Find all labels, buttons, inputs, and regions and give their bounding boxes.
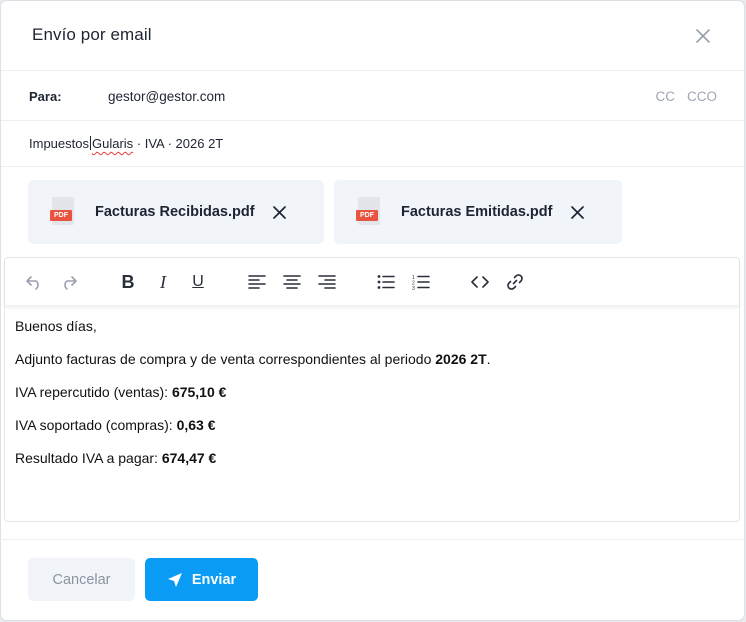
bold-button[interactable]: B — [117, 271, 139, 293]
bullet-list-icon — [377, 275, 395, 289]
italic-icon: I — [160, 272, 166, 292]
align-left-icon — [248, 275, 266, 289]
attachment-item[interactable]: PDF Facturas Recibidas.pdf — [28, 180, 324, 244]
align-right-button[interactable] — [316, 271, 338, 293]
attachment-name: Facturas Emitidas.pdf — [401, 204, 553, 220]
subject-input[interactable]: Impuestos Gularis · IVA · 2026 2T — [29, 136, 223, 151]
subject-part-2: · IVA · 2026 2T — [133, 136, 224, 151]
body-paragraph: Adjunto facturas de compra y de venta co… — [15, 351, 491, 367]
numbered-list-icon: 1 2 3 — [412, 275, 430, 290]
numbered-list-button[interactable]: 1 2 3 — [410, 271, 432, 293]
underline-icon: U — [192, 273, 204, 290]
rich-text-editor: B I U 1 2 3 Buenos días, Adjunto factura… — [4, 257, 740, 522]
to-input[interactable]: gestor@gestor.com — [108, 89, 225, 104]
dialog-footer: Cancelar Enviar — [0, 539, 743, 620]
dialog-title: Envío por email — [32, 25, 152, 44]
link-icon — [507, 274, 523, 290]
pdf-file-icon: PDF — [356, 197, 382, 227]
align-right-icon — [318, 275, 336, 289]
subject-misspelled-word: Gularis — [91, 136, 134, 151]
dialog-header: Envío por email — [1, 1, 744, 71]
remove-icon — [571, 205, 584, 219]
close-icon — [696, 29, 710, 43]
code-button[interactable] — [469, 271, 491, 293]
link-button[interactable] — [504, 271, 526, 293]
close-button[interactable] — [692, 25, 714, 47]
italic-button[interactable]: I — [152, 271, 174, 293]
align-center-button[interactable] — [281, 271, 303, 293]
body-paragraph: IVA soportado (compras): 0,63 € — [15, 417, 216, 433]
cc-links: CC CCO — [656, 89, 718, 104]
svg-text:3: 3 — [412, 286, 415, 290]
send-label: Enviar — [191, 571, 237, 588]
undo-button[interactable] — [23, 271, 45, 293]
code-icon — [471, 276, 489, 288]
align-left-button[interactable] — [246, 271, 268, 293]
body-greeting: Buenos días, — [15, 318, 97, 334]
undo-icon — [26, 276, 39, 290]
remove-attachment-button[interactable] — [272, 204, 288, 220]
underline-button[interactable]: U — [187, 271, 209, 293]
redo-button[interactable] — [58, 271, 80, 293]
send-button[interactable]: Enviar — [145, 558, 258, 601]
text-caret — [89, 136, 91, 150]
body-paragraph: IVA repercutido (ventas): 675,10 € — [15, 384, 227, 400]
subject-row: Impuestos Gularis · IVA · 2026 2T — [1, 121, 744, 167]
attachments-list: PDF Facturas Recibidas.pdf PDF Facturas … — [28, 180, 622, 244]
cc-button[interactable]: CC — [656, 89, 676, 104]
recipient-row: Para: gestor@gestor.com CC CCO — [1, 71, 744, 121]
remove-attachment-button[interactable] — [569, 204, 585, 220]
attachment-item[interactable]: PDF Facturas Emitidas.pdf — [334, 180, 622, 244]
bullet-list-button[interactable] — [375, 271, 397, 293]
editor-content[interactable]: Buenos días, Adjunto facturas de compra … — [15, 319, 491, 484]
to-label: Para: — [29, 89, 62, 104]
bold-icon: B — [121, 272, 135, 292]
align-center-icon — [283, 275, 301, 289]
body-paragraph: Resultado IVA a pagar: 674,47 € — [15, 450, 217, 466]
bcc-button[interactable]: CCO — [687, 89, 717, 104]
send-icon — [167, 572, 182, 587]
redo-icon — [64, 276, 77, 290]
cancel-button[interactable]: Cancelar — [28, 558, 135, 601]
editor-toolbar: B I U 1 2 3 — [5, 258, 739, 306]
subject-part-1: Impuestos — [29, 136, 89, 151]
remove-icon — [273, 205, 286, 219]
attachment-name: Facturas Recibidas.pdf — [95, 204, 255, 220]
pdf-file-icon: PDF — [50, 197, 76, 227]
